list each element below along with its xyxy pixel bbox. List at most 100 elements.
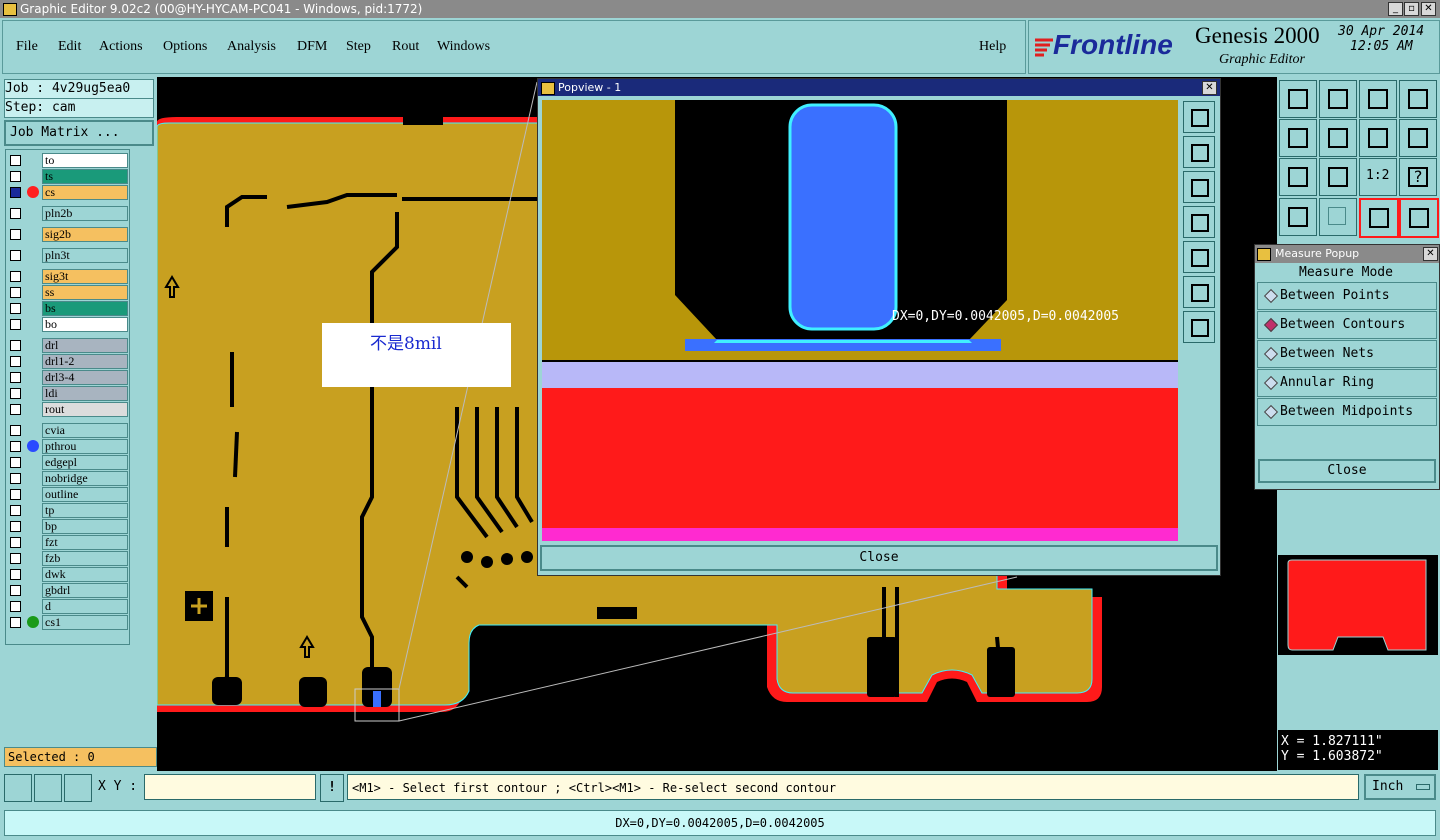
xy-input[interactable] <box>144 774 316 800</box>
maximize-icon[interactable]: ▫ <box>1404 2 1419 16</box>
menu-step[interactable]: Step <box>346 39 371 55</box>
popview-tool-4-icon[interactable] <box>1183 206 1215 238</box>
layer-row-cvia[interactable]: cvia <box>8 423 128 438</box>
popview-tool-1-icon[interactable] <box>1183 101 1215 133</box>
tool-pan-right-icon[interactable] <box>1319 119 1357 157</box>
layer-row-to[interactable]: to <box>8 153 128 168</box>
layer-checkbox[interactable] <box>10 250 21 261</box>
tool-window-icon[interactable] <box>1399 80 1437 118</box>
layer-row-cs[interactable]: cs <box>8 185 128 200</box>
layer-checkbox[interactable] <box>10 553 21 564</box>
layer-row-outline[interactable]: outline <box>8 487 128 502</box>
tool-pan-up-icon[interactable] <box>1279 80 1317 118</box>
layer-row-nobridge[interactable]: nobridge <box>8 471 128 486</box>
layer-checkbox[interactable] <box>10 187 21 198</box>
layer-row-gbdrl[interactable]: gbdrl <box>8 583 128 598</box>
layer-row-sig3t[interactable]: sig3t <box>8 269 128 284</box>
tool-zoom-in-icon[interactable] <box>1279 158 1317 196</box>
popview-tool-5-icon[interactable] <box>1183 241 1215 273</box>
measure-option-between-points[interactable]: Between Points <box>1257 282 1437 310</box>
layer-checkbox[interactable] <box>10 601 21 612</box>
job-matrix-button[interactable]: Job Matrix ... <box>4 120 154 146</box>
tool-zoom-fit-icon[interactable] <box>1319 158 1357 196</box>
alert-icon[interactable]: ! <box>320 774 344 802</box>
layer-row-pln2b[interactable]: pln2b <box>8 206 128 221</box>
close-icon[interactable]: ✕ <box>1202 81 1217 95</box>
layer-checkbox[interactable] <box>10 340 21 351</box>
layer-row-bs[interactable]: bs <box>8 301 128 316</box>
layer-checkbox[interactable] <box>10 441 21 452</box>
layer-checkbox[interactable] <box>10 473 21 484</box>
layer-checkbox[interactable] <box>10 208 21 219</box>
layer-checkbox[interactable] <box>10 537 21 548</box>
layer-checkbox[interactable] <box>10 229 21 240</box>
layer-checkbox[interactable] <box>10 425 21 436</box>
layer-row-ldi[interactable]: ldi <box>8 386 128 401</box>
cursor-mode-icon[interactable] <box>4 774 32 802</box>
tool-snap-icon[interactable] <box>1399 119 1437 157</box>
measure-option-between-nets[interactable]: Between Nets <box>1257 340 1437 368</box>
layer-row-rout[interactable]: rout <box>8 402 128 417</box>
layer-checkbox[interactable] <box>10 388 21 399</box>
tool-pan-left-icon[interactable] <box>1279 119 1317 157</box>
layer-checkbox[interactable] <box>10 287 21 298</box>
menu-analysis[interactable]: Analysis <box>227 39 276 55</box>
close-icon[interactable]: ✕ <box>1423 247 1438 261</box>
layer-checkbox[interactable] <box>10 319 21 330</box>
close-icon[interactable]: ✕ <box>1421 2 1436 16</box>
layer-checkbox[interactable] <box>10 372 21 383</box>
popview-canvas[interactable]: DX=0,DY=0.0042005,D=0.0042005 <box>542 100 1178 541</box>
layer-row-tp[interactable]: tp <box>8 503 128 518</box>
menu-actions[interactable]: Actions <box>99 39 143 55</box>
menu-file[interactable]: File <box>16 39 38 55</box>
layer-row-pthrou[interactable]: pthrou <box>8 439 128 454</box>
tool-scale-icon[interactable]: 1:2 <box>1359 158 1397 196</box>
menu-options[interactable]: Options <box>163 39 207 55</box>
popview-tool-2-icon[interactable] <box>1183 136 1215 168</box>
measure-option-between-contours[interactable]: Between Contours <box>1257 311 1437 339</box>
popview-tool-6-icon[interactable] <box>1183 276 1215 308</box>
menu-rout[interactable]: Rout <box>392 39 419 55</box>
measure-option-between-midpoints[interactable]: Between Midpoints <box>1257 398 1437 426</box>
tool-help-icon[interactable]: ? <box>1399 158 1437 196</box>
layer-row-dwk[interactable]: dwk <box>8 567 128 582</box>
layer-checkbox[interactable] <box>10 404 21 415</box>
layer-checkbox[interactable] <box>10 617 21 628</box>
layer-checkbox[interactable] <box>10 155 21 166</box>
menu-dfm[interactable]: DFM <box>297 39 327 55</box>
measure-close-button[interactable]: Close <box>1258 459 1436 483</box>
layer-row-fzt[interactable]: fzt <box>8 535 128 550</box>
layer-row-bo[interactable]: bo <box>8 317 128 332</box>
tool-pan-down-icon[interactable] <box>1319 80 1357 118</box>
layer-checkbox[interactable] <box>10 457 21 468</box>
tool-grid-icon[interactable] <box>1319 198 1357 236</box>
layer-checkbox[interactable] <box>10 585 21 596</box>
snap-grid-icon[interactable] <box>64 774 92 802</box>
layer-row-fzb[interactable]: fzb <box>8 551 128 566</box>
layer-row-pln3t[interactable]: pln3t <box>8 248 128 263</box>
popview-tool-7-icon[interactable] <box>1183 311 1215 343</box>
layer-checkbox[interactable] <box>10 505 21 516</box>
tool-layers-icon[interactable] <box>1359 198 1399 238</box>
minimize-icon[interactable]: _ <box>1388 2 1403 16</box>
tool-nets-icon[interactable] <box>1399 198 1439 238</box>
tool-settings-icon[interactable] <box>1279 198 1317 236</box>
menu-edit[interactable]: Edit <box>58 39 81 55</box>
layer-checkbox[interactable] <box>10 171 21 182</box>
overview-map[interactable] <box>1278 555 1438 655</box>
units-select[interactable]: Inch <box>1364 774 1436 800</box>
layer-checkbox[interactable] <box>10 521 21 532</box>
menu-help[interactable]: Help <box>979 39 1006 55</box>
popview-close-button[interactable]: Close <box>540 545 1218 571</box>
measure-mode-icon[interactable] <box>34 774 62 802</box>
tool-mirror-icon[interactable] <box>1359 119 1397 157</box>
layer-row-sig2b[interactable]: sig2b <box>8 227 128 242</box>
layer-checkbox[interactable] <box>10 303 21 314</box>
tool-home-icon[interactable] <box>1359 80 1397 118</box>
layer-checkbox[interactable] <box>10 356 21 367</box>
layer-row-d[interactable]: d <box>8 599 128 614</box>
layer-row-ts[interactable]: ts <box>8 169 128 184</box>
layer-row-edgepl[interactable]: edgepl <box>8 455 128 470</box>
layer-checkbox[interactable] <box>10 569 21 580</box>
layer-row-drl3-4[interactable]: drl3-4 <box>8 370 128 385</box>
